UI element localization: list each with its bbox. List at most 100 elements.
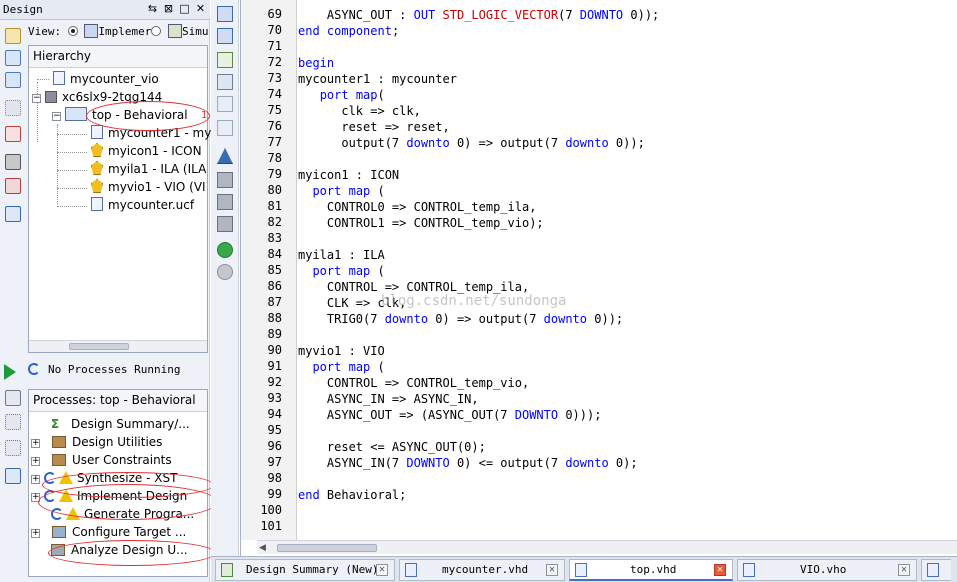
tab-vio-vho[interactable]: VIO.vho ✕ [737, 559, 917, 581]
process-item[interactable]: + User Constraints [31, 451, 207, 469]
tree-item-child[interactable]: mycounter.ucf [91, 196, 194, 214]
code-line[interactable]: CONTROL => CONTROL_temp_vio, [298, 375, 529, 391]
collapse-all-icon[interactable] [5, 414, 21, 430]
editor-horizontal-scrollbar[interactable]: ◀ [257, 540, 957, 554]
indent-left-icon[interactable] [217, 6, 233, 22]
add-copy-source-icon[interactable] [5, 72, 21, 88]
bookmark-icon[interactable] [217, 148, 233, 164]
scrollbar-thumb[interactable] [69, 343, 129, 350]
redo-icon[interactable] [217, 96, 233, 112]
line-number: 97 [267, 455, 282, 469]
line-number-gutter: 69 70 71 72 73 74 75 76 77 78 79 80 81 82 83 84 85 86 87 88… [241, 0, 297, 540]
process-item[interactable]: + Configure Target ... [31, 523, 207, 541]
tree-item-child[interactable]: myila1 - ILA (ILA [91, 160, 206, 178]
code-line[interactable]: ASYNC_OUT : OUT STD_LOGIC_VECTOR(7 DOWNT… [298, 7, 659, 23]
code-line[interactable]: reset <= ASYNC_OUT(0); [298, 439, 486, 455]
design-properties-icon[interactable] [5, 178, 21, 194]
line-number: 79 [267, 167, 282, 181]
scroll-left-icon[interactable]: ◀ [259, 543, 266, 553]
code-line[interactable]: mycounter1 : mycounter [298, 71, 457, 87]
comment-icon[interactable] [217, 52, 233, 68]
expand-icon[interactable]: + [31, 529, 40, 538]
vhdl-file-icon [405, 563, 417, 577]
tab-overflow[interactable] [921, 559, 951, 581]
search-icon[interactable] [217, 120, 233, 136]
tab-design-summary[interactable]: Design Summary (New) ✕ [215, 559, 395, 581]
collapse-icon[interactable]: − [52, 112, 61, 121]
close-tab-icon[interactable]: ✕ [376, 564, 388, 576]
tab-top-vhd[interactable]: top.vhd ✕ [569, 559, 733, 581]
code-line[interactable]: port map ( [298, 263, 384, 279]
back-arrow-icon[interactable] [217, 242, 233, 258]
code-line[interactable]: CONTROL1 => CONTROL_temp_vio); [298, 215, 544, 231]
top-module-icon [65, 107, 87, 121]
hierarchy-horizontal-scrollbar[interactable] [29, 340, 207, 352]
tree-item-child[interactable]: myvio1 - VIO (VI [91, 178, 206, 196]
process-tree-icon[interactable] [5, 440, 21, 456]
line-number: 80 [267, 183, 282, 197]
hierarchy-view-icon[interactable] [5, 100, 21, 116]
expand-icon[interactable]: + [31, 457, 40, 466]
collapse-icon[interactable]: − [32, 94, 41, 103]
simulation-option-label[interactable]: Simu [182, 25, 209, 38]
code-line[interactable]: end component; [298, 23, 399, 39]
implementation-option-label[interactable]: Implemer [98, 25, 151, 38]
simulation-radio[interactable] [151, 26, 162, 36]
forward-arrow-icon[interactable] [217, 264, 233, 280]
undo-icon[interactable] [217, 74, 233, 90]
code-line[interactable]: ASYNC_IN => ASYNC_IN, [298, 391, 479, 407]
bookmark-next-icon[interactable] [217, 172, 233, 188]
process-item[interactable]: + Design Utilities [31, 433, 207, 451]
implementation-radio[interactable] [67, 26, 78, 36]
code-line[interactable]: reset => reset, [298, 119, 449, 135]
code-line[interactable]: end Behavioral; [298, 487, 406, 503]
bookmark-clear-icon[interactable] [217, 216, 233, 232]
code-line[interactable]: output(7 downto 0) => output(7 downto 0)… [298, 135, 644, 151]
indent-right-icon[interactable] [217, 28, 233, 44]
code-line[interactable]: clk => clk, [298, 103, 420, 119]
line-number: 77 [267, 135, 282, 149]
code-line[interactable]: ASYNC_OUT => (ASYNC_OUT(7 DOWNTO 0))); [298, 407, 602, 423]
chip-properties-icon[interactable] [5, 154, 21, 170]
add-source-icon[interactable] [5, 50, 21, 66]
vhdl-file-icon [91, 125, 103, 139]
process-item[interactable]: Σ Design Summary/... [51, 415, 227, 433]
expand-icon[interactable]: + [31, 439, 40, 448]
code-line[interactable]: myicon1 : ICON [298, 167, 399, 183]
close-tab-icon[interactable]: ✕ [546, 564, 558, 576]
panel-layout-icon[interactable] [5, 468, 21, 484]
panel-layout-icon[interactable] [5, 206, 21, 222]
constraints-icon [52, 454, 66, 466]
scrollbar-thumb[interactable] [277, 544, 377, 552]
bookmark-prev-icon[interactable] [217, 194, 233, 210]
tree-item-label: myicon1 - ICON [108, 144, 202, 158]
tab-mycounter-vhd[interactable]: mycounter.vhd ✕ [399, 559, 565, 581]
new-source-icon[interactable] [5, 28, 21, 44]
code-editor[interactable]: 69 70 71 72 73 74 75 76 77 78 79 80 81 82 83 84 85 86 87 88… [240, 0, 957, 556]
code-line[interactable]: TRIG0(7 downto 0) => output(7 downto 0))… [298, 311, 623, 327]
run-icon[interactable] [4, 364, 16, 380]
maximize-panel-icon[interactable]: □ [179, 2, 190, 15]
float-panel-icon[interactable]: ⇆ [147, 2, 158, 15]
close-tab-icon[interactable]: ✕ [714, 564, 726, 576]
minimize-panel-icon[interactable]: ⊠ [163, 2, 174, 15]
line-number: 76 [267, 119, 282, 133]
close-tab-icon[interactable]: ✕ [898, 564, 910, 576]
code-line[interactable]: port map ( [298, 359, 384, 375]
tree-item-child[interactable]: myicon1 - ICON [91, 142, 202, 160]
tree-item-label: myila1 - ILA (ILA [108, 162, 207, 176]
code-line[interactable]: myila1 : ILA [298, 247, 385, 263]
code-line[interactable]: CONTROL0 => CONTROL_temp_ila, [298, 199, 537, 215]
code-line[interactable]: port map( [298, 87, 385, 103]
close-panel-icon[interactable]: ✕ [195, 2, 206, 15]
tab-label: top.vhd [630, 563, 677, 576]
code-line[interactable]: ASYNC_IN(7 DOWNTO 0) <= output(7 downto … [298, 455, 638, 471]
code-line[interactable]: port map ( [298, 183, 384, 199]
remove-source-icon[interactable] [5, 126, 21, 142]
expand-icon[interactable]: + [31, 475, 40, 484]
code-line[interactable]: myvio1 : VIO [298, 343, 385, 359]
tree-item-project[interactable]: mycounter_vio [53, 70, 159, 88]
expand-all-icon[interactable] [5, 390, 21, 406]
code-line[interactable]: begin [298, 55, 334, 71]
vhdl-file-icon [575, 563, 587, 577]
